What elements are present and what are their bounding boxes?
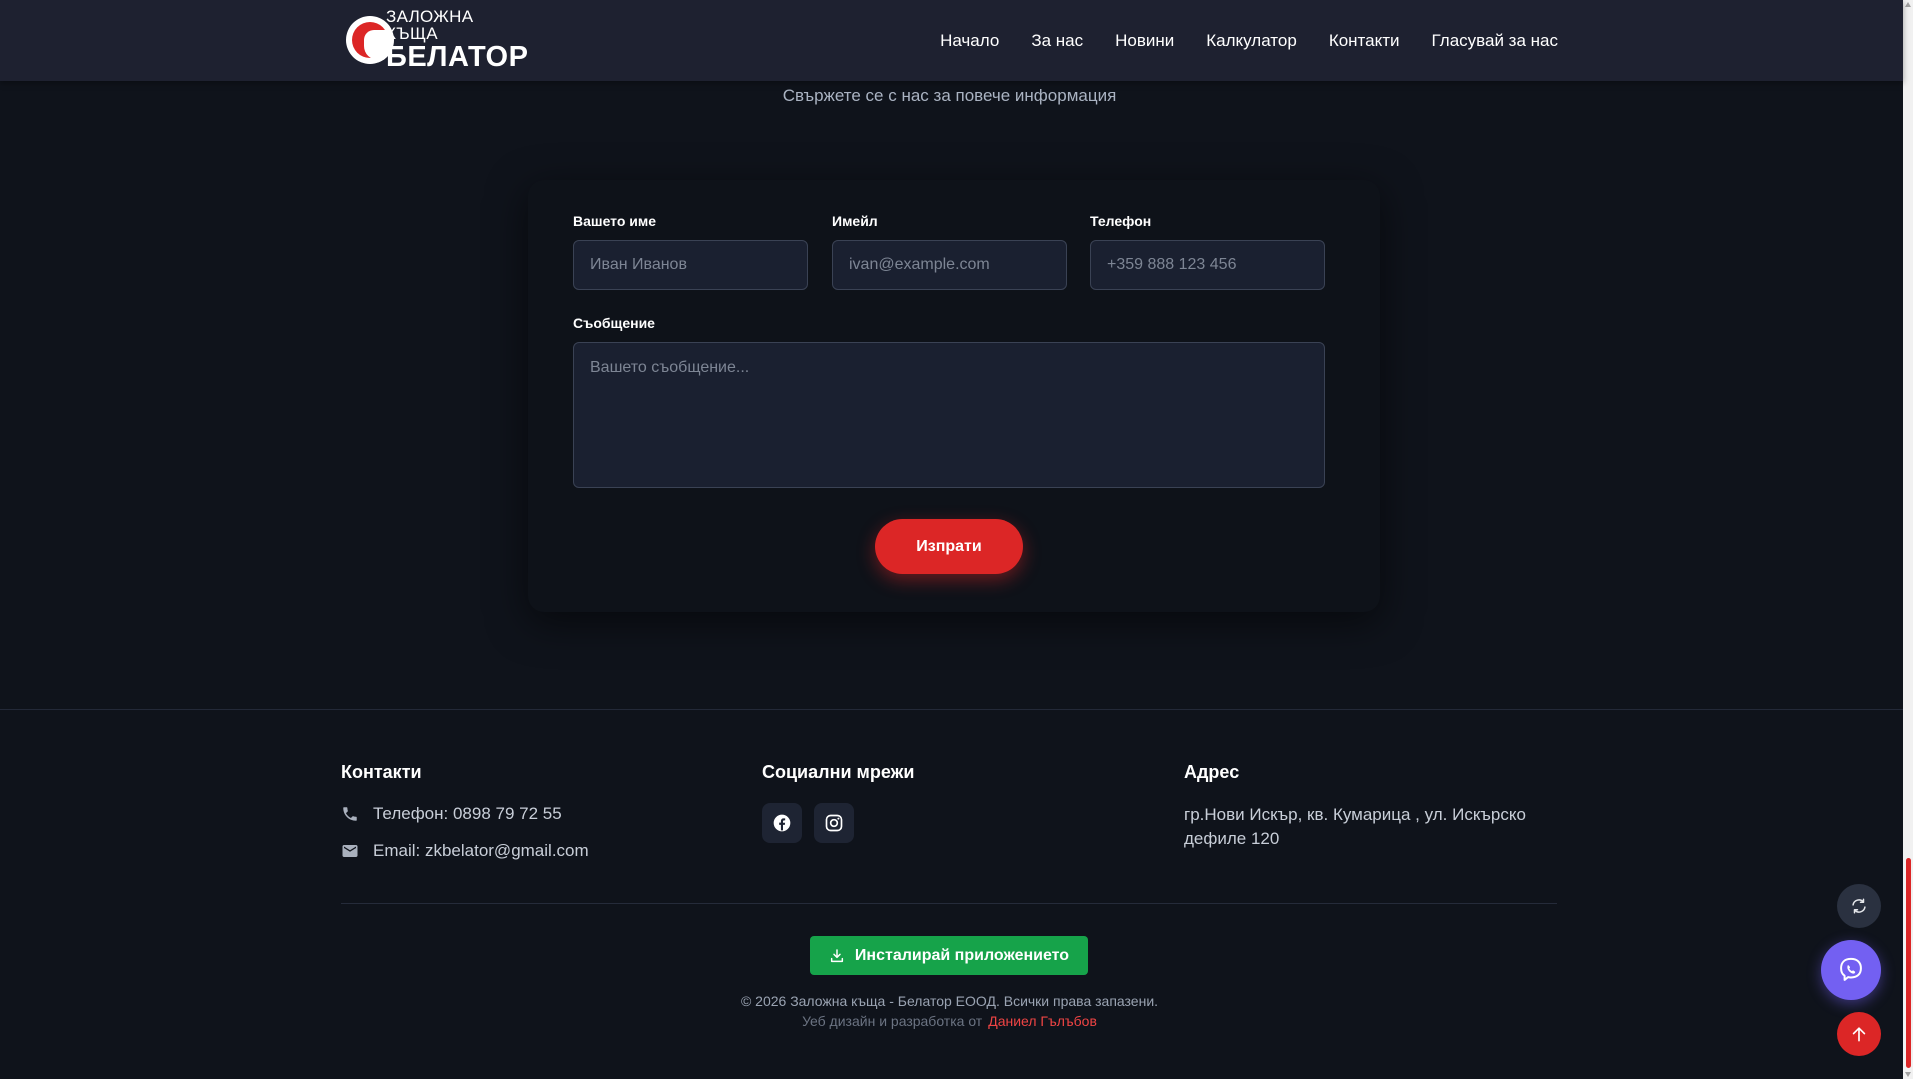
nav-calculator[interactable]: Калкулатор [1206, 31, 1297, 51]
phone-input[interactable] [1090, 240, 1325, 290]
submit-button[interactable]: Изпрати [875, 519, 1023, 574]
logo-top-text: ЗАЛОЖНА КЪЩА [386, 7, 474, 43]
site-logo[interactable]: ЗАЛОЖНА КЪЩА БЕЛАТОР [346, 8, 528, 72]
arrow-up-icon [1852, 1027, 1866, 1042]
credits-author-link[interactable]: Даниел Гълъбов [988, 1013, 1097, 1029]
instagram-icon [825, 814, 843, 832]
name-label: Вашето име [573, 213, 657, 229]
mail-icon [342, 845, 358, 857]
credits-prefix: Уеб дизайн и разработка от [802, 1013, 983, 1029]
footer-contacts-title: Контакти [341, 762, 422, 782]
install-app-label: Инсталирай приложението [854, 946, 1070, 964]
contact-subtitle: Свържете се с нас за повече информация [782, 86, 1117, 105]
email-input[interactable] [832, 240, 1067, 290]
viber-button[interactable] [1821, 940, 1881, 1000]
footer-divider [0, 709, 1903, 710]
copyright-text: © 2026 Заложна къща - Белатор ЕООД. Всич… [740, 993, 1159, 1009]
scroll-down-arrow-icon[interactable] [1905, 1072, 1911, 1077]
scroll-up-arrow-icon[interactable] [1905, 2, 1911, 7]
footer-address-title: Адрес [1184, 762, 1240, 782]
email-label: Имейл [832, 213, 878, 229]
footer-email-text: Email: zkbelator@gmail.com [373, 841, 589, 860]
main-nav: Начало За нас Новини Калкулатор Контакти… [908, 0, 1558, 81]
nav-vote[interactable]: Гласувай за нас [1432, 31, 1558, 51]
phone-label: Телефон [1090, 213, 1152, 229]
nav-contacts[interactable]: Контакти [1329, 31, 1400, 51]
nav-home[interactable]: Начало [940, 31, 999, 51]
refresh-icon [1852, 898, 1866, 914]
facebook-button[interactable] [762, 803, 802, 843]
back-to-top-button[interactable] [1837, 1012, 1881, 1056]
footer-bottom-divider [341, 903, 1557, 904]
site-header: ЗАЛОЖНА КЪЩА БЕЛАТОР Начало За нас Новин… [0, 0, 1903, 81]
scrollbar-thumb[interactable] [1906, 858, 1911, 1068]
footer-phone-text: Телефон: 0898 79 72 55 [373, 804, 562, 823]
logo-text: ЗАЛОЖНА КЪЩА БЕЛАТОР [386, 8, 528, 72]
spartan-helmet-logo-icon [346, 16, 394, 64]
credits: Уеб дизайн и разработка от Даниел Гълъбов [0, 1013, 1899, 1029]
footer-address-text: гр.Нови Искър, кв. Кумарица , ул. Искърс… [1184, 805, 1526, 848]
refresh-button[interactable] [1837, 884, 1881, 928]
footer-social-title: Социални мрежи [762, 762, 915, 782]
install-app-button[interactable]: Инсталирай приложението [810, 936, 1088, 975]
message-label: Съобщение [573, 315, 655, 331]
nav-news[interactable]: Новини [1115, 31, 1174, 51]
logo-bottom-text: БЕЛАТОР [386, 41, 529, 73]
footer-email-row[interactable]: Email: zkbelator@gmail.com [341, 841, 589, 861]
instagram-button[interactable] [814, 803, 854, 843]
footer-phone-row[interactable]: Телефон: 0898 79 72 55 [341, 804, 562, 824]
message-textarea[interactable] [573, 342, 1325, 488]
download-icon [830, 948, 843, 962]
facebook-icon [773, 814, 791, 832]
name-input[interactable] [573, 240, 808, 290]
phone-icon [343, 807, 357, 821]
viber-icon [1840, 957, 1862, 981]
nav-about[interactable]: За нас [1031, 31, 1083, 51]
